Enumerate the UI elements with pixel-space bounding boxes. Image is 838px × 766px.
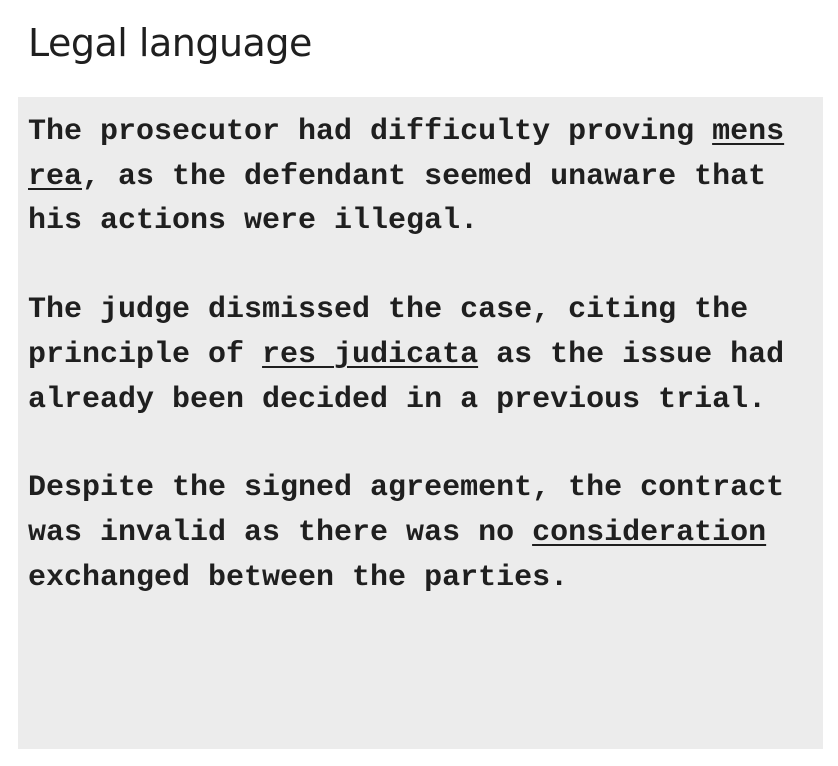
example-sentence-2: The judge dismissed the case, citing the…: [28, 288, 813, 422]
legal-term-consideration: consideration: [532, 515, 767, 550]
sentence-text-after: exchanged between the parties.: [28, 560, 569, 595]
example-sentence-1: The prosecutor had difficulty proving me…: [28, 110, 813, 244]
example-sentence-3: Despite the signed agreement, the contra…: [28, 466, 813, 600]
legal-term-res-judicata: res judicata: [262, 337, 479, 372]
sentence-text-after: , as the defendant seemed unaware that h…: [28, 159, 767, 239]
sentence-text-before: The prosecutor had difficulty proving: [28, 115, 713, 149]
example-sentences-box: The prosecutor had difficulty proving me…: [18, 97, 823, 749]
page-title: Legal language: [28, 21, 312, 65]
slide: Legal language The prosecutor had diffic…: [0, 0, 838, 766]
